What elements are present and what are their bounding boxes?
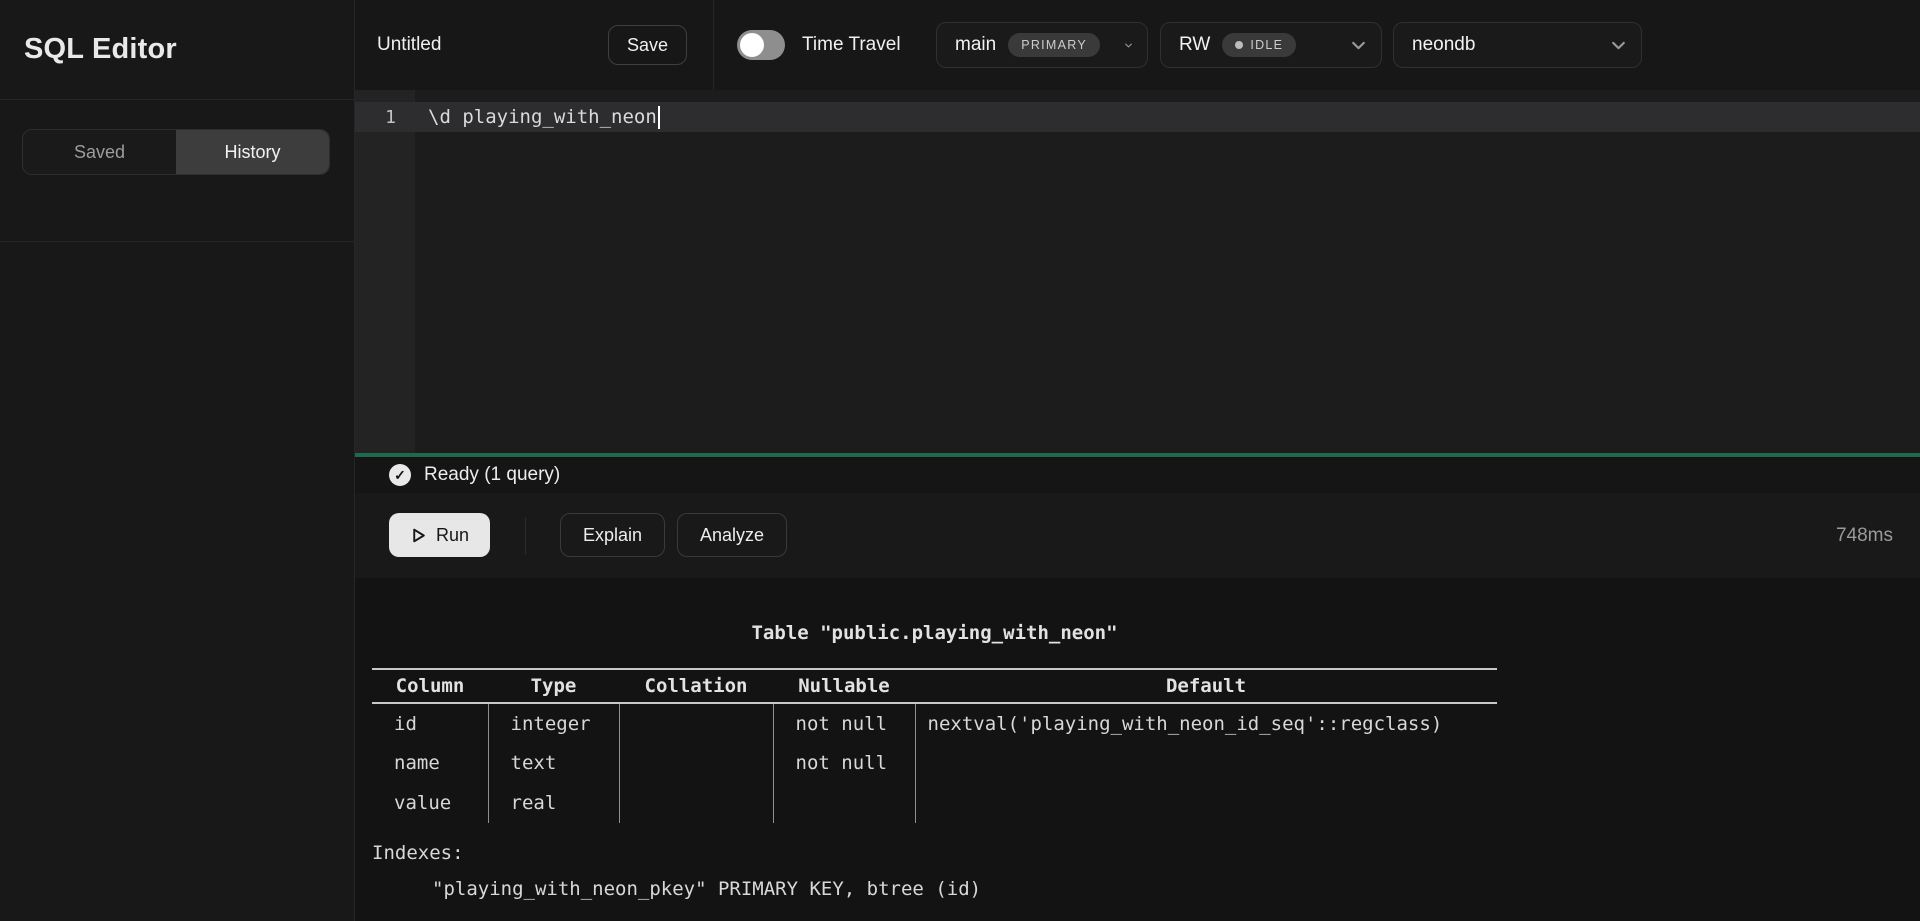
result-header-row: Column Type Collation Nullable Default xyxy=(372,669,1497,703)
compute-status-text: IDLE xyxy=(1250,38,1283,52)
run-button[interactable]: Run xyxy=(389,513,490,557)
indexes-entry: "playing_with_neon_pkey" PRIMARY KEY, bt… xyxy=(432,878,981,900)
topbar-divider xyxy=(713,0,714,90)
text-cursor xyxy=(658,106,660,129)
code-editor[interactable]: 1 \d playing_with_neon xyxy=(355,90,1920,453)
column-header: Default xyxy=(915,669,1497,703)
cell-default: nextval('playing_with_neon_id_seq'::regc… xyxy=(915,703,1497,743)
cell-type: text xyxy=(488,743,619,783)
topbar: Untitled Save Time Travel main PRIMARY R… xyxy=(355,0,1920,90)
cell-type: real xyxy=(488,783,619,823)
column-header: Collation xyxy=(619,669,773,703)
sidebar-header: SQL Editor xyxy=(0,0,354,100)
cell-collation xyxy=(619,743,773,783)
main-area: Untitled Save Time Travel main PRIMARY R… xyxy=(355,0,1920,921)
branch-primary-badge: PRIMARY xyxy=(1008,33,1100,57)
table-row: value real xyxy=(372,783,1497,823)
line-number: 1 xyxy=(355,107,415,128)
result-table-title: Table "public.playing_with_neon" xyxy=(372,622,1497,644)
time-travel-label: Time Travel xyxy=(802,0,901,90)
cell-column: name xyxy=(372,743,488,783)
check-circle-icon: ✓ xyxy=(389,464,411,486)
analyze-button[interactable]: Analyze xyxy=(677,513,787,557)
cell-type: integer xyxy=(488,703,619,743)
cell-collation xyxy=(619,783,773,823)
branch-dropdown[interactable]: main PRIMARY xyxy=(936,22,1148,68)
page-title: SQL Editor xyxy=(24,33,177,66)
results-panel: Table "public.playing_with_neon" Column … xyxy=(355,578,1920,921)
query-title: Untitled xyxy=(377,0,441,90)
tab-history[interactable]: History xyxy=(176,130,329,174)
cell-nullable: not null xyxy=(773,743,915,783)
table-row: id integer not null nextval('playing_wit… xyxy=(372,703,1497,743)
chevron-down-icon xyxy=(1610,37,1627,54)
saved-history-segmented-control: Saved History xyxy=(22,129,330,175)
chevron-down-icon xyxy=(1350,37,1367,54)
tab-saved[interactable]: Saved xyxy=(23,130,176,174)
column-header: Type xyxy=(488,669,619,703)
play-icon xyxy=(410,527,427,544)
editor-gutter xyxy=(355,90,415,453)
time-travel-toggle[interactable] xyxy=(737,30,785,60)
database-dropdown[interactable]: neondb xyxy=(1393,22,1642,68)
sidebar-tabs-section: Saved History xyxy=(0,129,354,242)
cell-column: value xyxy=(372,783,488,823)
status-bar: ✓ Ready (1 query) xyxy=(355,457,1920,493)
editor-active-line[interactable]: 1 \d playing_with_neon xyxy=(355,102,1920,132)
status-text: Ready (1 query) xyxy=(424,464,560,486)
compute-name: RW xyxy=(1179,34,1210,56)
column-header: Column xyxy=(372,669,488,703)
toggle-knob-icon xyxy=(740,33,764,57)
cell-nullable: not null xyxy=(773,703,915,743)
save-button[interactable]: Save xyxy=(608,25,687,65)
cell-collation xyxy=(619,703,773,743)
table-row: name text not null xyxy=(372,743,1497,783)
actions-divider xyxy=(525,517,526,555)
idle-status-dot-icon xyxy=(1235,41,1243,49)
chevron-down-icon xyxy=(1124,37,1133,54)
sidebar: SQL Editor Saved History xyxy=(0,0,355,921)
column-header: Nullable xyxy=(773,669,915,703)
sql-editor-app: SQL Editor Saved History Untitled Save T… xyxy=(0,0,1920,921)
cell-nullable xyxy=(773,783,915,823)
indexes-label: Indexes: xyxy=(372,842,464,864)
compute-status-badge: IDLE xyxy=(1222,33,1296,57)
branch-name: main xyxy=(955,34,996,56)
editor-code-text: \d playing_with_neon xyxy=(415,106,660,129)
explain-button[interactable]: Explain xyxy=(560,513,665,557)
run-button-label: Run xyxy=(436,525,469,546)
result-table: Column Type Collation Nullable Default i… xyxy=(372,668,1497,823)
cell-column: id xyxy=(372,703,488,743)
cell-default xyxy=(915,743,1497,783)
query-duration: 748ms xyxy=(1836,493,1893,578)
cell-default xyxy=(915,783,1497,823)
actions-bar: Run Explain Analyze 748ms xyxy=(355,493,1920,578)
database-name: neondb xyxy=(1412,34,1475,56)
compute-dropdown[interactable]: RW IDLE xyxy=(1160,22,1382,68)
